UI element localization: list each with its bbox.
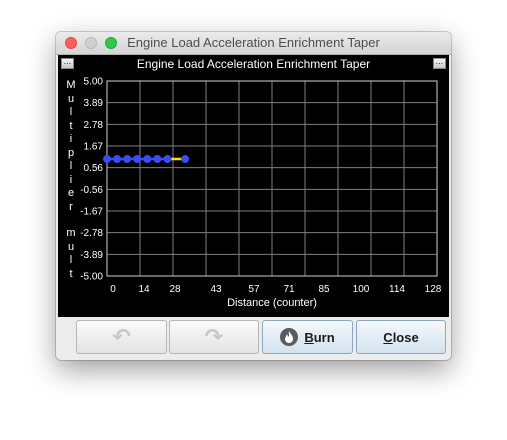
x-tick-label: 43 <box>210 284 222 295</box>
title-bar: Engine Load Acceleration Enrichment Tape… <box>56 32 451 55</box>
app-window: Engine Load Acceleration Enrichment Tape… <box>56 32 451 360</box>
close-label: lose <box>392 329 419 345</box>
y-tick-label: 5.00 <box>84 77 104 88</box>
y-axis-letter: l <box>69 160 73 172</box>
data-point <box>123 155 132 163</box>
window-title: Engine Load Acceleration Enrichment Tape… <box>127 35 380 50</box>
y-axis-letter: u <box>67 240 75 253</box>
y-axis-letter: t <box>69 267 73 280</box>
data-point <box>133 155 142 163</box>
y-tick-label: 1.67 <box>84 142 104 153</box>
y-tick-label: -1.67 <box>80 207 103 218</box>
burn-label: urn <box>313 329 335 345</box>
data-point <box>153 155 162 163</box>
y-tick-label: -0.56 <box>80 185 103 196</box>
y-axis-letter: i <box>69 173 73 186</box>
y-axis-letter: i <box>69 133 73 145</box>
flame-icon <box>280 328 299 346</box>
close-button[interactable]: Close <box>356 320 446 354</box>
y-axis-letter: t <box>69 119 73 132</box>
data-point <box>181 155 190 163</box>
x-tick-label: 85 <box>318 284 330 295</box>
undo-button[interactable]: ↶ <box>76 320 167 354</box>
y-axis-letter: e <box>67 187 75 199</box>
burn-button[interactable]: Burn <box>262 320 353 354</box>
x-tick-label: 71 <box>283 284 295 295</box>
y-tick-label: -2.78 <box>80 228 103 239</box>
y-tick-label: 2.78 <box>84 120 104 131</box>
x-tick-label: 100 <box>353 284 370 295</box>
y-tick-label: -5.00 <box>80 272 103 283</box>
y-axis-letter: r <box>69 200 73 213</box>
y-axis-letter: l <box>69 106 73 118</box>
y-tick-label: -3.89 <box>80 250 103 261</box>
x-tick-label: 57 <box>248 284 260 295</box>
x-axis-label: Distance (counter) <box>227 297 317 309</box>
y-tick-label: 3.89 <box>84 98 104 109</box>
y-axis-label: Multipliermult <box>63 79 79 280</box>
close-mnemonic: C <box>383 329 393 345</box>
data-point <box>143 155 152 163</box>
undo-arrow-icon: ↶ <box>112 324 131 350</box>
chart-title: Engine Load Acceleration Enrichment Tape… <box>136 57 371 71</box>
x-tick-label: 0 <box>110 284 116 295</box>
redo-arrow-icon: ↷ <box>204 324 224 350</box>
x-tick-label: 114 <box>389 284 405 295</box>
y-axis-letter: u <box>67 92 75 105</box>
y-tick-label: 0.56 <box>84 163 104 174</box>
data-point <box>113 155 122 163</box>
redo-button[interactable]: ↷ <box>169 320 259 354</box>
burn-mnemonic: B <box>304 329 314 345</box>
chart-panel: 5.00 3.89 2.78 1.67 0.56 -0.56 -1.67 -2.78 -3.89… <box>58 55 449 317</box>
y-axis-letter: M <box>66 79 76 91</box>
data-point <box>163 155 172 163</box>
y-axis-letter: p <box>67 146 75 159</box>
y-axis-letter: l <box>69 254 73 266</box>
button-bar: ↶ ↷ Burn Close <box>56 317 451 360</box>
x-tick-label: 14 <box>138 284 150 295</box>
chart-canvas[interactable]: 5.00 3.89 2.78 1.67 0.56 -0.56 -1.67 -2.78 -3.89… <box>58 55 449 317</box>
data-point <box>103 155 111 163</box>
x-tick-label: 28 <box>169 284 181 295</box>
y-axis-letter: m <box>66 227 76 239</box>
x-tick-label: 128 <box>425 284 442 295</box>
